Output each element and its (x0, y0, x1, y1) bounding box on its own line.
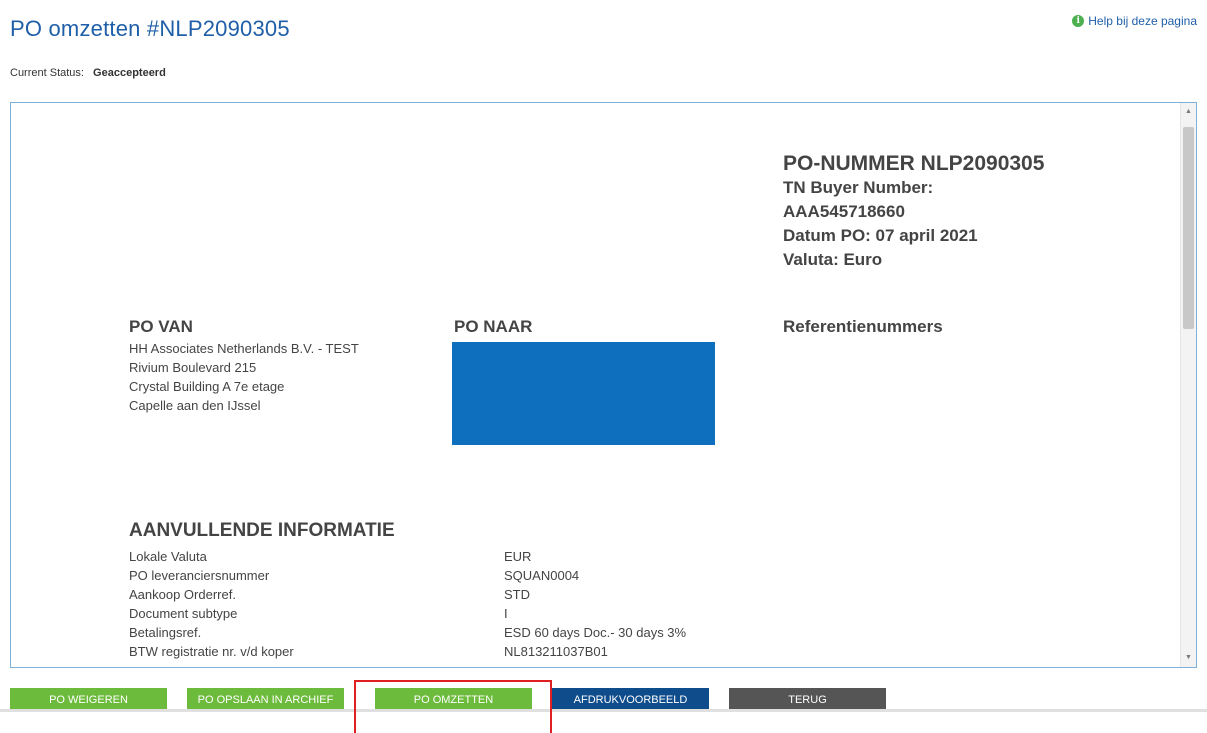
scroll-down-icon[interactable]: ▼ (1181, 651, 1196, 665)
references-title: Referentienummers (783, 317, 943, 336)
po-naar-section: PO NAAR (454, 317, 532, 337)
convert-po-button[interactable]: PO OMZETTEN (375, 688, 532, 709)
archive-po-button[interactable]: PO OPSLAAN IN ARCHIEF (187, 688, 344, 709)
action-button-bar: PO WEIGEREN PO OPSLAAN IN ARCHIEF PO OMZ… (0, 688, 1207, 709)
po-van-section: PO VAN HH Associates Netherlands B.V. - … (129, 317, 359, 415)
po-currency: Valuta: Euro (783, 250, 883, 269)
extra-info-value: EUR (504, 549, 532, 564)
extra-info-label: Document subtype (129, 606, 238, 621)
po-van-title: PO VAN (129, 317, 193, 336)
divider (0, 709, 1207, 712)
print-preview-button[interactable]: AFDRUKVOORBEELD (552, 688, 709, 709)
extra-info-title: AANVULLENDE INFORMATIE (129, 520, 395, 541)
extra-info-value: SQUAN0004 (504, 568, 580, 583)
extra-info-table: Lokale Valuta EUR PO leveranciersnummer … (129, 547, 686, 661)
help-link-label: Help bij deze pagina (1088, 14, 1197, 28)
po-naar-title: PO NAAR (454, 317, 533, 336)
status-value: Geaccepteerd (93, 67, 166, 79)
extra-info-value: STD (504, 587, 530, 602)
extra-info-value: I (504, 606, 508, 621)
buyer-number-label: TN Buyer Number: (783, 178, 934, 197)
scroll-up-icon[interactable]: ▲ (1181, 105, 1196, 119)
info-icon: i (1072, 15, 1085, 27)
address-line: Rivium Boulevard 215 (129, 360, 257, 375)
document-preview-frame[interactable]: PO-NUMMER NLP2090305 TN Buyer Number: AA… (10, 102, 1197, 668)
back-button[interactable]: TERUG (729, 688, 886, 709)
references-section: Referentienummers (783, 317, 943, 337)
po-header-block: PO-NUMMER NLP2090305 TN Buyer Number: AA… (783, 151, 1044, 272)
address-line: Capelle aan den IJssel (129, 398, 261, 413)
extra-info-label: Lokale Valuta (129, 549, 207, 564)
status-line: Current Status: Geaccepteerd (10, 67, 166, 79)
extra-info-label: Aankoop Orderref. (129, 587, 236, 602)
page-title: PO omzetten #NLP2090305 (10, 16, 290, 41)
list-item: Aankoop Orderref. STD (129, 585, 686, 604)
address-line: Crystal Building A 7e etage (129, 379, 285, 394)
list-item: BTW registratie nr. v/d koper NL81321103… (129, 642, 686, 661)
reject-po-button[interactable]: PO WEIGEREN (10, 688, 167, 709)
buyer-number-value: AAA545718660 (783, 202, 905, 221)
redacted-address-block (452, 342, 715, 445)
extra-info-value: ESD 60 days Doc.- 30 days 3% (504, 625, 687, 640)
help-link[interactable]: i Help bij deze pagina (1072, 14, 1197, 28)
extra-info-label: PO leveranciersnummer (129, 568, 270, 583)
list-item: PO leveranciersnummer SQUAN0004 (129, 566, 686, 585)
list-item: Lokale Valuta EUR (129, 547, 686, 566)
list-item: Document subtype I (129, 604, 686, 623)
vertical-scrollbar[interactable]: ▲ ▼ (1180, 103, 1196, 667)
po-date: Datum PO: 07 april 2021 (783, 226, 978, 245)
extra-info-value: NL813211037B01 (504, 644, 608, 659)
status-label: Current Status: (10, 67, 84, 79)
extra-info-label: BTW registratie nr. v/d koper (129, 644, 294, 659)
list-item: Betalingsref. ESD 60 days Doc.- 30 days … (129, 623, 686, 642)
po-van-address: HH Associates Netherlands B.V. - TEST Ri… (129, 339, 359, 415)
extra-info-label: Betalingsref. (129, 625, 202, 640)
scrollbar-thumb[interactable] (1183, 127, 1194, 329)
po-number: PO-NUMMER NLP2090305 (783, 152, 1045, 175)
address-line: HH Associates Netherlands B.V. - TEST (129, 341, 359, 356)
